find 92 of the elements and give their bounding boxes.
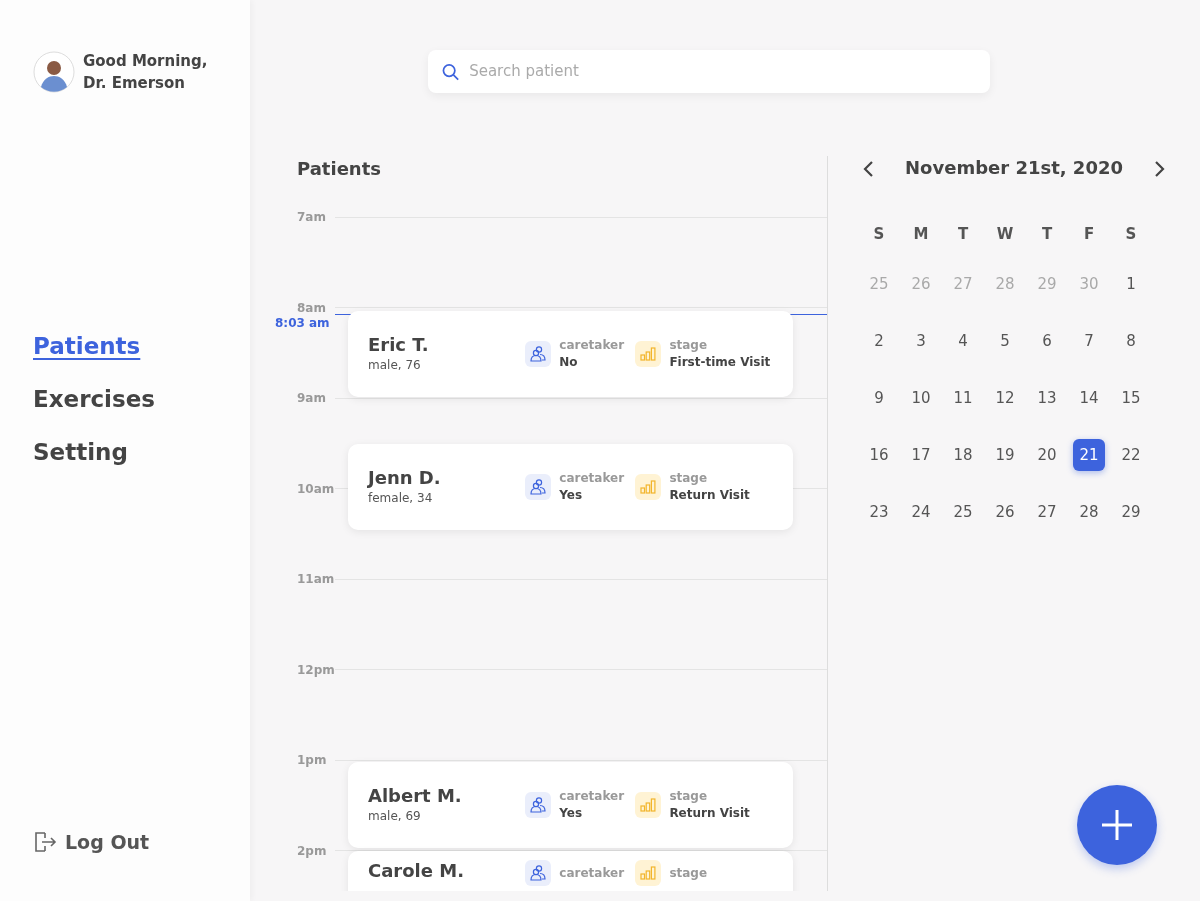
weekday-label: M [912,224,930,245]
calendar-day[interactable]: 24 [905,495,937,528]
calendar-day[interactable]: 28 [1073,495,1105,528]
calendar-day[interactable]: 14 [1073,381,1105,414]
patient-details: male, 76 [368,357,422,374]
calendar-day[interactable]: 18 [947,438,979,471]
calendar-day[interactable]: 23 [863,495,895,528]
weekday-label: T [1040,224,1054,245]
calendar-day[interactable]: 7 [1073,324,1105,357]
calendar-day[interactable]: 8 [1115,324,1147,357]
avatar-icon [33,51,75,93]
search-icon [442,62,460,81]
people-icon [525,860,552,886]
bar-chart-icon [635,860,662,886]
field-value: Yes [559,487,584,504]
patient-name: Eric T. [368,334,430,356]
current-time-label: 8:03 am [275,316,330,330]
calendar-day[interactable]: 10 [905,381,937,414]
appointment-card[interactable]: Eric T. male, 76 caretaker No stage First-time Visit [348,311,793,397]
calendar-day[interactable]: 25 [947,495,979,528]
weekday-label: T [956,224,970,245]
calendar-day[interactable]: 29 [1115,495,1147,528]
calendar-day[interactable]: 16 [863,438,895,471]
weekday-label: S [1124,224,1138,245]
calendar-day[interactable]: 1 [1115,267,1147,300]
patient-details: female, 34 [368,490,434,507]
appointment-card[interactable]: Albert M. male, 69 caretaker Yes stage Return Visit [348,762,793,848]
search-field[interactable]: Search patient [428,50,990,93]
hour-label: 10am [297,481,335,496]
bar-chart-icon [635,792,662,818]
calendar-day[interactable]: 22 [1115,438,1147,471]
hour-label: 12pm [297,662,335,677]
greeting-text: Good Morning, Dr. Emerson [83,51,208,94]
logout-icon [33,829,57,854]
field-label: caretaker [559,337,625,353]
nav-link-item[interactable]: Patients [33,331,141,361]
calendar-day[interactable]: 19 [989,438,1021,471]
people-icon [525,792,552,818]
search-input[interactable]: Search patient [467,59,976,84]
field-label: caretaker [559,470,625,486]
field-label: stage [669,865,708,881]
calendar-day[interactable]: 9 [863,381,895,414]
hour-label: 7am [297,210,327,225]
bar-chart-icon [635,341,662,367]
field-label: stage [669,788,709,804]
hour-label: 11am [297,572,335,587]
people-icon [525,474,552,500]
people-icon [525,341,552,367]
calendar-day[interactable]: 2 [863,324,895,357]
appointment-card[interactable]: Jenn D. female, 34 caretaker Yes stage Return Visit [348,444,793,530]
field-value: Yes [559,805,584,822]
calendar-day[interactable]: 27 [1031,495,1063,528]
patient-details: male, 69 [368,808,422,825]
field-value: Return Visit [669,487,750,504]
field-label: caretaker [559,788,625,804]
patient-name: Jenn D. [368,467,442,489]
field-label: stage [669,470,709,486]
section-title: Patients [297,157,382,181]
patient-name: Albert M. [368,785,463,807]
calendar-day[interactable]: 13 [1031,381,1063,414]
calendar-day[interactable]: 21 [1073,438,1105,471]
hour-label: 1pm [297,753,328,768]
hour-label: 8am [297,300,327,315]
add-button[interactable] [1077,785,1157,865]
plus-icon [1100,808,1134,842]
appointment-card[interactable]: Carole M. caretaker stage [348,851,793,891]
field-value: No [559,354,579,371]
nav-link-item[interactable]: Setting [33,437,128,467]
calendar-day[interactable]: 20 [1031,438,1063,471]
bar-chart-icon [635,474,662,500]
hour-label: 2pm [297,843,328,858]
calendar-day[interactable]: 26 [989,495,1021,528]
weekday-label: W [995,224,1015,245]
field-value: Return Visit [669,805,750,822]
weekday-label: S [872,224,886,245]
calendar-day[interactable]: 5 [989,324,1021,357]
logout-link[interactable]: Log Out [33,827,250,856]
calendar-day[interactable]: 11 [947,381,979,414]
calendar-day[interactable]: 4 [947,324,979,357]
hour-label: 9am [297,391,327,406]
field-label: caretaker [559,865,625,881]
nav-link-item[interactable]: Exercises [33,384,155,414]
calendar-title: November 21st, 2020 [905,156,1123,180]
field-value: First-time Visit [669,354,771,371]
calendar-day[interactable]: 17 [905,438,937,471]
calendar-day[interactable]: 15 [1115,381,1147,414]
calendar-day[interactable]: 6 [1031,324,1063,357]
weekday-label: F [1082,224,1096,245]
patient-name: Carole M. [368,860,465,882]
calendar-day[interactable]: 3 [905,324,937,357]
calendar-day[interactable]: 12 [989,381,1021,414]
field-label: stage [669,337,709,353]
